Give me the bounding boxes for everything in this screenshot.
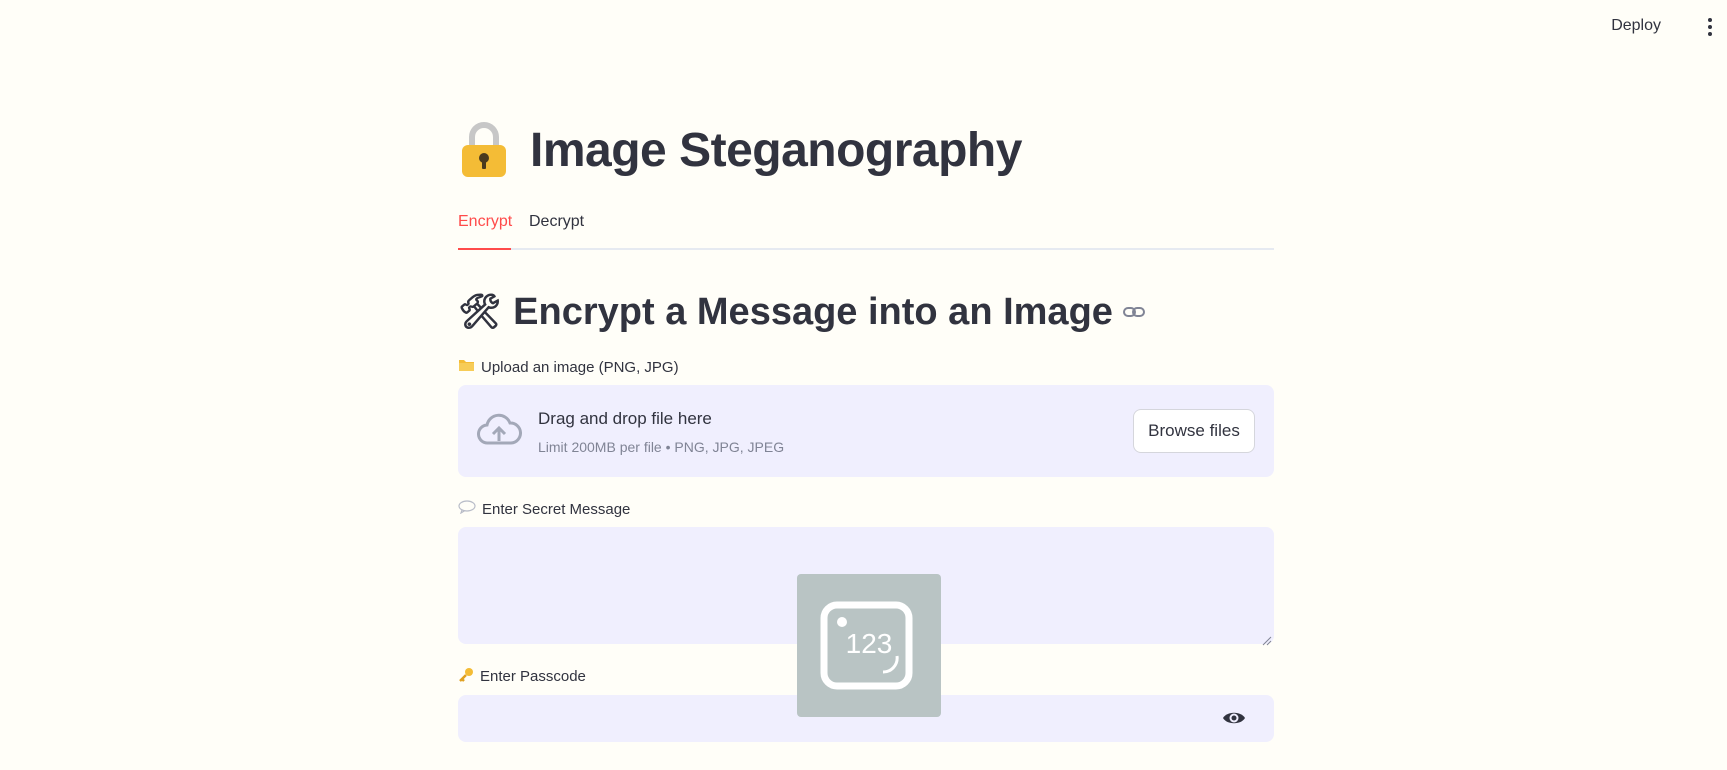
key-icon — [458, 667, 474, 686]
eye-icon[interactable] — [1222, 708, 1246, 728]
top-bar: Deploy — [0, 0, 1727, 56]
keypad-number: 123 — [846, 628, 893, 659]
tab-encrypt[interactable]: Encrypt — [458, 213, 512, 243]
resize-handle-icon[interactable] — [1262, 633, 1272, 646]
cloud-upload-icon — [476, 413, 522, 449]
message-label: Enter Secret Message — [458, 500, 630, 518]
upload-label: Upload an image (PNG, JPG) — [458, 358, 679, 376]
hammer-wrench-icon: 🛠 — [458, 293, 502, 331]
section-heading: 🛠 Encrypt a Message into an Image — [458, 288, 1145, 336]
dropzone-instructions: Drag and drop file here — [538, 409, 712, 428]
page-title: Image Steganography — [530, 123, 1022, 177]
active-tab-indicator — [458, 248, 511, 250]
tab-decrypt[interactable]: Decrypt — [529, 213, 584, 243]
upload-label-text: Upload an image (PNG, JPG) — [481, 358, 679, 376]
tab-bar: Encrypt Decrypt — [458, 208, 1274, 250]
folder-icon — [458, 358, 475, 376]
link-icon[interactable] — [1122, 305, 1145, 319]
passcode-label-text: Enter Passcode — [480, 668, 586, 685]
browse-files-button[interactable]: Browse files — [1133, 409, 1255, 453]
passcode-label: Enter Passcode — [458, 667, 586, 686]
section-title: Encrypt a Message into an Image — [513, 290, 1113, 333]
lock-icon — [458, 121, 510, 179]
numeric-keypad-icon: 123 — [820, 601, 913, 690]
speech-bubble-icon — [458, 500, 476, 518]
deploy-button[interactable]: Deploy — [1611, 17, 1661, 35]
kebab-menu-icon[interactable] — [1707, 18, 1713, 38]
message-label-text: Enter Secret Message — [482, 500, 631, 518]
dropzone-limit: Limit 200MB per file • PNG, JPG, JPEG — [538, 439, 785, 455]
keypad-overlay: 123 — [797, 574, 941, 717]
file-dropzone[interactable]: Drag and drop file here Limit 200MB per … — [458, 385, 1274, 477]
page-header: Image Steganography — [458, 118, 1022, 182]
